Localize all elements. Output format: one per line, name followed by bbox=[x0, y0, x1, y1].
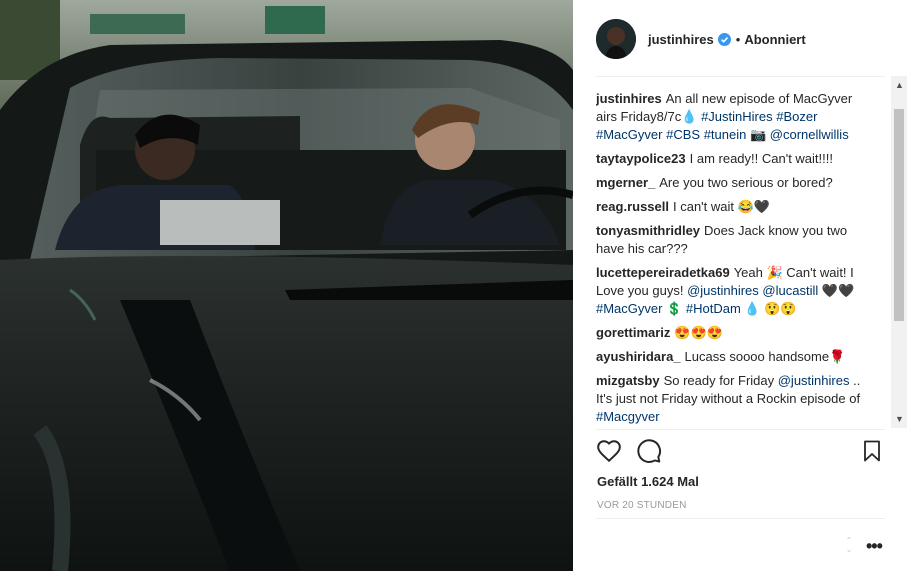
post-timestamp[interactable]: VOR 20 STUNDEN bbox=[597, 500, 687, 511]
heart-icon[interactable] bbox=[596, 438, 624, 466]
comment-tag-link[interactable]: #MacGyver bbox=[596, 127, 662, 142]
footer-divider bbox=[596, 518, 885, 519]
header-divider bbox=[596, 76, 885, 77]
comment-username[interactable]: justinhires bbox=[596, 91, 662, 106]
comment-item: tonyasmithridley Does Jack know you two h… bbox=[596, 222, 872, 258]
comment-username[interactable]: reag.russell bbox=[596, 199, 669, 214]
comment-item: gorettimariz 😍😍😍 bbox=[596, 324, 872, 342]
post-photo-image bbox=[0, 0, 573, 571]
comment-username[interactable]: tonyasmithridley bbox=[596, 223, 700, 238]
comment-item: lucettepereiradetka69 Yeah 🎉 Can't wait! … bbox=[596, 264, 872, 318]
avatar[interactable] bbox=[596, 19, 636, 59]
comment-tag-link[interactable]: @justinhires bbox=[687, 283, 759, 298]
comment-text: 💲 bbox=[662, 301, 686, 316]
comment-text: Are you two serious or bored? bbox=[659, 175, 833, 190]
comment-item: justinhires An all new episode of MacGyve… bbox=[596, 90, 872, 144]
comment-bubble-icon[interactable] bbox=[636, 438, 664, 466]
comment-text: 💧 😲😲 bbox=[740, 301, 797, 316]
follow-status-button[interactable]: Abonniert bbox=[744, 32, 805, 47]
comment-tag-link[interactable]: #Macgyver bbox=[596, 409, 660, 424]
comment-username[interactable]: ayushiridara_ bbox=[596, 349, 681, 364]
avatar-image bbox=[596, 19, 636, 59]
scroll-up-arrow-icon[interactable]: ▲ bbox=[895, 80, 904, 90]
likes-count[interactable]: Gefällt 1.624 Mal bbox=[597, 474, 699, 489]
actions-divider bbox=[596, 429, 885, 430]
comment-item: mgerner_ Are you two serious or bored? bbox=[596, 174, 872, 192]
comment-username[interactable]: lucettepereiradetka69 bbox=[596, 265, 730, 280]
comment-username[interactable]: mizgatsby bbox=[596, 373, 660, 388]
comment-tag-link[interactable]: #HotDam bbox=[686, 301, 741, 316]
post-header: justinhires • Abonniert bbox=[596, 17, 886, 61]
comment-tag-link[interactable]: #JustinHires bbox=[701, 109, 773, 124]
scrollbar-thumb[interactable] bbox=[894, 109, 904, 321]
post-side-panel: justinhires • Abonniert justinhires An al… bbox=[573, 0, 907, 571]
comment-username[interactable]: mgerner_ bbox=[596, 175, 655, 190]
comment-text: 🖤🖤 bbox=[818, 283, 855, 298]
comment-tag-link[interactable]: @lucastill bbox=[762, 283, 818, 298]
comment-item: reag.russell I can't wait 😂🖤 bbox=[596, 198, 872, 216]
comment-tag-link[interactable]: #CBS bbox=[666, 127, 700, 142]
comment-tag-link[interactable]: @cornellwillis bbox=[770, 127, 849, 142]
verified-badge-icon bbox=[717, 32, 731, 46]
comment-tag-link[interactable]: #Bozer bbox=[776, 109, 817, 124]
comment-item: ayushiridara_ Lucass soooo handsome🌹 bbox=[596, 348, 872, 366]
comment-username[interactable]: taytaypolice23 bbox=[596, 151, 686, 166]
more-options-icon[interactable]: ••• bbox=[866, 537, 883, 555]
comment-text: I am ready!! Can't wait!!!! bbox=[689, 151, 833, 166]
bookmark-icon[interactable] bbox=[860, 438, 888, 466]
comment-text: I can't wait 😂🖤 bbox=[673, 199, 770, 214]
comment-item: taytaypolice23 I am ready!! Can't wait!!!… bbox=[596, 150, 872, 168]
separator-dot: • bbox=[735, 31, 741, 47]
post-username[interactable]: justinhires bbox=[648, 32, 714, 47]
comment-tag-link[interactable]: #MacGyver bbox=[596, 301, 662, 316]
comment-item: mizgatsby So ready for Friday @justinhire… bbox=[596, 372, 872, 426]
comment-tag-link[interactable]: #tunein bbox=[704, 127, 747, 142]
post-actions bbox=[596, 438, 886, 468]
post-photo[interactable] bbox=[0, 0, 573, 571]
comment-text: 😍😍😍 bbox=[674, 325, 723, 340]
resize-stepper-icon: ⌃ ⌄ bbox=[845, 536, 853, 554]
comment-text: So ready for Friday bbox=[663, 373, 778, 388]
comment-tag-link[interactable]: @justinhires bbox=[778, 373, 850, 388]
comment-text: 📷 bbox=[746, 127, 770, 142]
comment-username[interactable]: gorettimariz bbox=[596, 325, 670, 340]
comments-list: justinhires An all new episode of MacGyve… bbox=[596, 90, 872, 428]
comment-text: Lucass soooo handsome🌹 bbox=[684, 349, 846, 364]
scroll-down-arrow-icon[interactable]: ▼ bbox=[895, 414, 904, 424]
comments-scrollbar[interactable]: ▲ ▼ bbox=[891, 76, 907, 428]
